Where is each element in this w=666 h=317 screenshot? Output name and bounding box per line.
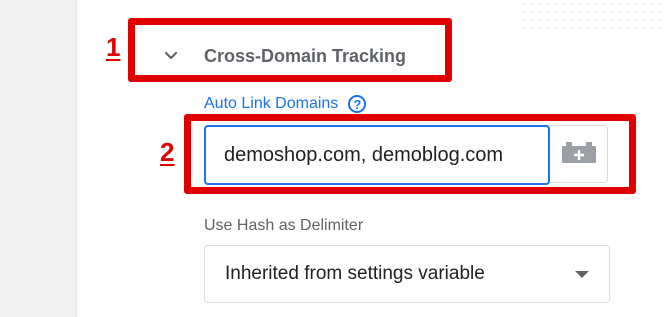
- hash-delimiter-value: Inherited from settings variable: [225, 263, 485, 284]
- chevron-down-icon[interactable]: [160, 45, 182, 67]
- hash-delimiter-label: Use Hash as Delimiter: [204, 217, 364, 234]
- annotation-number-2: 2: [160, 137, 175, 167]
- auto-link-field: [204, 125, 608, 185]
- auto-link-domains-input[interactable]: [204, 125, 550, 185]
- auto-link-label-row: Auto Link Domains ?: [204, 95, 367, 113]
- background-pattern: [520, 0, 666, 30]
- help-icon[interactable]: ?: [348, 95, 367, 113]
- section-title: Cross-Domain Tracking: [204, 45, 407, 66]
- variable-picker-button[interactable]: [550, 126, 608, 182]
- section-header[interactable]: Cross-Domain Tracking: [160, 40, 406, 72]
- auto-link-label: Auto Link Domains: [204, 95, 339, 112]
- annotation-number-1: 1: [106, 32, 121, 62]
- dropdown-arrow-icon: [575, 270, 589, 278]
- variable-picker-icon: [561, 140, 597, 169]
- hash-delimiter-select[interactable]: Inherited from settings variable: [204, 245, 610, 303]
- left-rail: [0, 0, 77, 317]
